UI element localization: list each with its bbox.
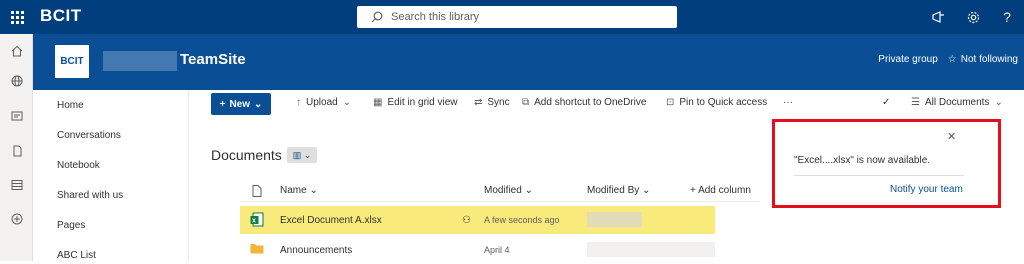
- search-box[interactable]: Search this library: [357, 6, 677, 28]
- upload-icon: ↑: [296, 97, 301, 108]
- gear-icon[interactable]: [956, 0, 990, 34]
- column-modified-label: Modified: [484, 185, 522, 196]
- notify-team-link[interactable]: Notify your team: [890, 184, 963, 195]
- sync-label: Sync: [487, 97, 510, 108]
- create-icon[interactable]: [0, 204, 33, 234]
- share-icon[interactable]: ⚇: [462, 215, 471, 226]
- nav-item-pages[interactable]: Pages: [57, 220, 85, 231]
- list-icon[interactable]: [0, 170, 33, 200]
- excel-file-icon: x: [250, 212, 264, 230]
- check-icon[interactable]: ✓: [882, 97, 890, 108]
- follow-label: Not following: [960, 54, 1018, 65]
- sync-button[interactable]: ⇄ Sync: [474, 97, 510, 108]
- star-icon: ☆: [947, 54, 957, 65]
- column-name[interactable]: Name ⌄: [280, 185, 318, 196]
- redacted-site-name: [103, 51, 177, 71]
- notification-message: "Excel....xlsx" is now available.: [794, 155, 931, 166]
- chevron-down-icon: ⌄: [994, 97, 1003, 108]
- pin-label: Pin to Quick access: [679, 97, 768, 108]
- folder-icon: [250, 243, 264, 257]
- redacted-modified-by: [587, 212, 642, 227]
- list-header: Name ⌄ Modified ⌄ Modified By ⌄ + Add co…: [240, 180, 760, 202]
- megaphone-icon[interactable]: [922, 0, 956, 34]
- command-bar: + New ⌄ ↑ Upload ⌄ ▦ Edit in grid view ⇄…: [189, 90, 1024, 118]
- shortcut-icon: ⧉: [522, 97, 530, 108]
- filter-lines-icon: ☰: [911, 97, 920, 108]
- column-modified-by-label: Modified By: [587, 185, 640, 196]
- site-title[interactable]: TeamSite: [180, 51, 246, 68]
- list-item[interactable]: Announcements April 4: [240, 236, 715, 264]
- column-name-label: Name: [280, 185, 307, 196]
- upload-button[interactable]: ↑ Upload ⌄: [296, 97, 351, 108]
- divider: [794, 175, 964, 176]
- chevron-down-icon: ⌄: [254, 98, 263, 110]
- app-bar: [0, 34, 33, 261]
- nav-item-shared[interactable]: Shared with us: [57, 190, 123, 201]
- close-icon[interactable]: ✕: [947, 130, 956, 143]
- library-icon: ▥ ⌄: [292, 149, 312, 160]
- library-view-switch[interactable]: ▥ ⌄: [287, 147, 317, 163]
- edit-grid-button[interactable]: ▦ Edit in grid view: [373, 97, 457, 108]
- search-icon: [371, 11, 383, 23]
- site-header: BCIT TeamSite Private group ☆ Not follow…: [33, 34, 1024, 90]
- view-label: All Documents: [924, 97, 990, 108]
- suite-bar: BCIT Search this library ?: [0, 0, 1024, 34]
- follow-button[interactable]: ☆ Not following: [948, 54, 1018, 65]
- quick-launch: Home Conversations Notebook Shared with …: [33, 90, 189, 261]
- add-shortcut-button[interactable]: ⧉ Add shortcut to OneDrive: [522, 97, 646, 108]
- pin-icon: ⊡: [666, 97, 675, 108]
- news-icon[interactable]: [0, 101, 33, 131]
- add-shortcut-label: Add shortcut to OneDrive: [534, 97, 647, 108]
- site-logo[interactable]: BCIT: [55, 45, 89, 78]
- file-type-icon[interactable]: [252, 185, 262, 200]
- nav-item-conversations[interactable]: Conversations: [57, 130, 121, 141]
- redacted-modified-by: [587, 242, 715, 257]
- edit-grid-label: Edit in grid view: [387, 97, 458, 108]
- new-label: New: [229, 98, 250, 110]
- view-selector[interactable]: ☰ All Documents ⌄: [911, 97, 1003, 108]
- new-button[interactable]: + New ⌄: [211, 93, 271, 115]
- add-column-button[interactable]: + Add column: [690, 185, 751, 196]
- add-column-label: Add column: [698, 185, 751, 196]
- svg-text:x: x: [252, 218, 256, 225]
- upload-label: Upload: [306, 97, 338, 108]
- app-launcher-icon[interactable]: [0, 0, 34, 34]
- column-modified-by[interactable]: Modified By ⌄: [587, 185, 650, 196]
- file-name[interactable]: Excel Document A.xlsx: [280, 215, 382, 226]
- chevron-down-icon: ⌄: [342, 97, 352, 108]
- nav-item-notebook[interactable]: Notebook: [57, 160, 100, 171]
- pin-button[interactable]: ⊡ Pin to Quick access: [666, 97, 767, 108]
- brand-name[interactable]: BCIT: [40, 6, 82, 26]
- file-icon[interactable]: [0, 136, 33, 166]
- group-type: Private group: [878, 54, 938, 65]
- file-available-notification: ✕ "Excel....xlsx" is now available. Noti…: [772, 119, 1001, 208]
- search-placeholder: Search this library: [391, 11, 480, 23]
- nav-item-abc-list[interactable]: ABC List: [57, 250, 96, 261]
- sync-icon: ⇄: [474, 97, 483, 108]
- nav-item-home[interactable]: Home: [57, 100, 84, 111]
- folder-name[interactable]: Announcements: [280, 245, 352, 256]
- help-icon[interactable]: ?: [990, 0, 1024, 34]
- more-button[interactable]: ···: [783, 97, 793, 108]
- globe-icon[interactable]: [0, 66, 33, 96]
- home-icon[interactable]: [0, 36, 33, 66]
- grid-icon: ▦: [373, 97, 383, 108]
- library-title: Documents: [211, 147, 282, 163]
- list-item[interactable]: x Excel Document A.xlsx ⚇ A few seconds …: [240, 206, 715, 234]
- column-modified[interactable]: Modified ⌄: [484, 185, 533, 196]
- modified-date: April 4: [484, 245, 510, 255]
- modified-date: A few seconds ago: [484, 215, 560, 225]
- plus-icon: +: [219, 98, 226, 110]
